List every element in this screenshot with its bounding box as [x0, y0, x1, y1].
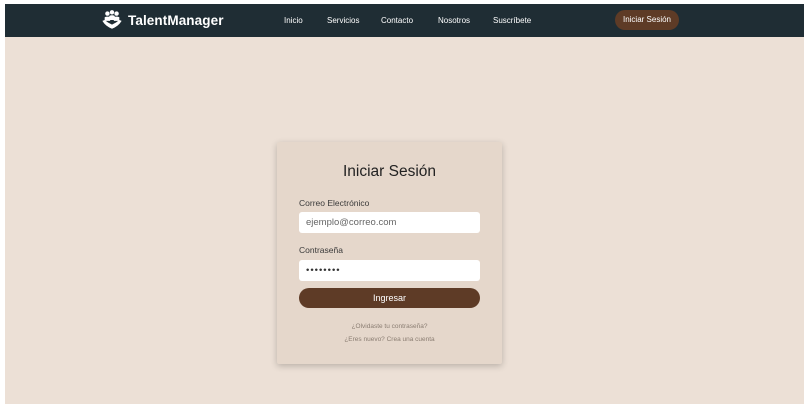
forgot-password-link[interactable]: ¿Olvidaste tu contraseña? — [277, 323, 502, 331]
login-title: Iniciar Sesión — [342, 163, 437, 180]
nav-link-nosotros[interactable]: Nosotros — [438, 16, 470, 26]
page-frame: TalentManager Inicio Servicios Contacto … — [5, 4, 804, 404]
email-field[interactable] — [299, 212, 480, 233]
login-nav-button[interactable]: Iniciar Sesión — [615, 10, 679, 30]
nav-link-servicios[interactable]: Servicios — [327, 16, 359, 26]
signup-link[interactable]: ¿Eres nuevo? Crea una cuenta — [277, 336, 502, 344]
nav-link-contacto[interactable]: Contacto — [381, 16, 413, 26]
team-hands-icon — [102, 10, 122, 29]
login-card: Iniciar Sesión Correo Electrónico Contra… — [277, 142, 502, 364]
top-navbar: TalentManager Inicio Servicios Contacto … — [5, 4, 804, 37]
nav-link-suscribete[interactable]: Suscríbete — [493, 16, 531, 26]
brand-name: TalentManager — [128, 12, 224, 28]
brand-logo[interactable]: TalentManager — [101, 9, 224, 31]
password-label: Contraseña — [299, 245, 343, 255]
nav-link-inicio[interactable]: Inicio — [284, 16, 303, 26]
password-field[interactable] — [299, 260, 480, 281]
email-label: Correo Electrónico — [299, 198, 370, 208]
submit-button[interactable]: Ingresar — [299, 288, 480, 308]
